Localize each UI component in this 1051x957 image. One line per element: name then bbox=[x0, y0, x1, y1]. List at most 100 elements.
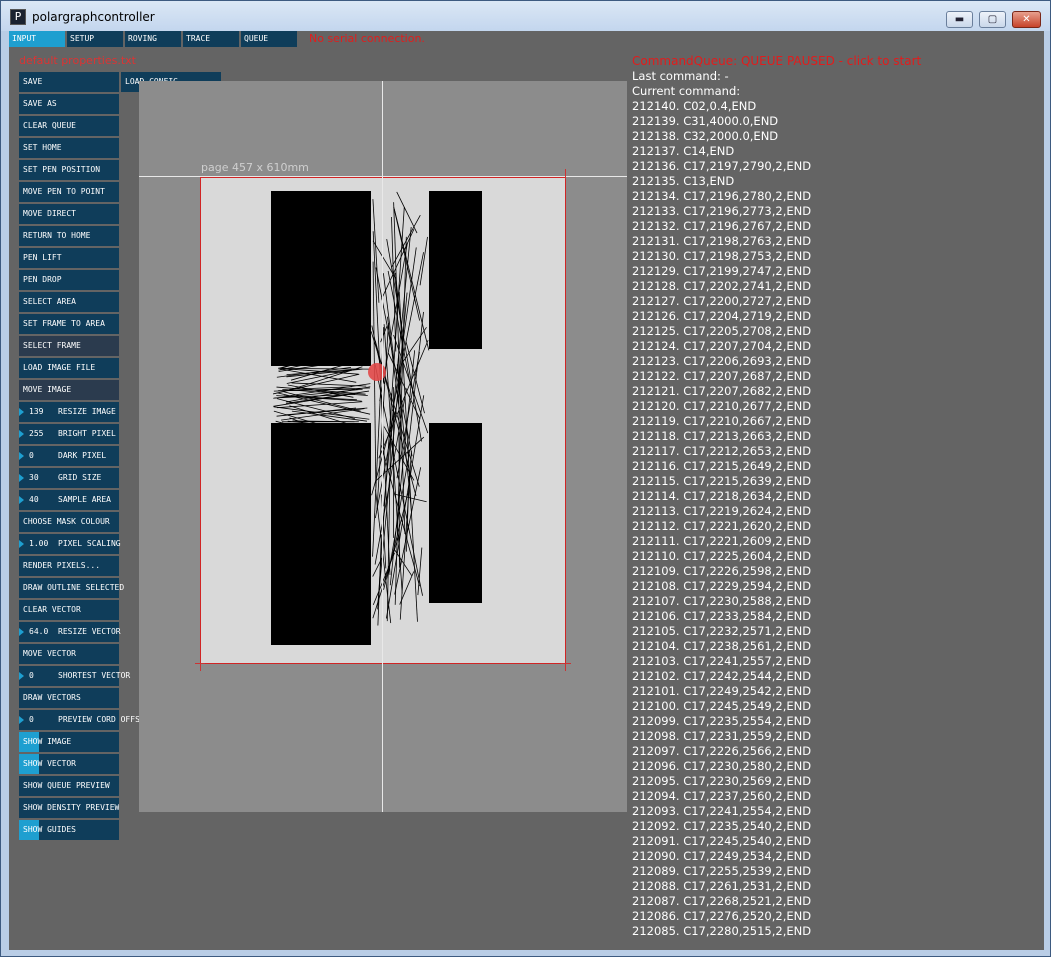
chevron-right-icon bbox=[19, 408, 24, 416]
chevron-right-icon bbox=[19, 672, 24, 680]
toggle-label: SHOW DENSITY PREVIEW bbox=[23, 803, 119, 812]
clear-queue-button[interactable]: CLEAR QUEUE bbox=[19, 116, 119, 136]
queue-item: 212092. C17,2235,2540,2,END bbox=[632, 819, 812, 833]
select-area-button[interactable]: SELECT AREA bbox=[19, 292, 119, 312]
toggle-show-queue-preview[interactable]: SHOW QUEUE PREVIEW bbox=[19, 776, 119, 796]
queue-item: 212090. C17,2249,2534,2,END bbox=[632, 849, 812, 863]
pen-lift-button[interactable]: PEN LIFT bbox=[19, 248, 119, 268]
move-vector-button[interactable]: MOVE VECTOR bbox=[19, 644, 119, 664]
title-bar[interactable]: P polargraphcontroller ▬ ▢ ✕ bbox=[1, 1, 1050, 31]
sample-area-button[interactable]: 40 SAMPLE AREA bbox=[19, 490, 119, 510]
select-frame-button[interactable]: SELECT FRAME bbox=[19, 336, 119, 356]
minimize-icon: ▬ bbox=[954, 14, 965, 25]
drawing-preview bbox=[271, 191, 482, 645]
guide-vertical bbox=[382, 81, 383, 812]
button-value: 1.00 bbox=[29, 539, 49, 548]
maximize-button[interactable]: ▢ bbox=[979, 11, 1006, 28]
queue-item: 212099. C17,2235,2554,2,END bbox=[632, 714, 812, 728]
queue-item: 212139. C31,4000.0,END bbox=[632, 114, 779, 128]
queue-item: 212106. C17,2233,2584,2,END bbox=[632, 609, 812, 623]
toggle-show-image[interactable]: SHOW IMAGE bbox=[19, 732, 119, 752]
queue-item: 212125. C17,2205,2708,2,END bbox=[632, 324, 812, 338]
save-as-button[interactable]: SAVE AS bbox=[19, 94, 119, 114]
move-pen-to-point-button[interactable]: MOVE PEN TO POINT bbox=[19, 182, 119, 202]
queue-item: 212103. C17,2241,2557,2,END bbox=[632, 654, 812, 668]
queue-item: 212095. C17,2230,2569,2,END bbox=[632, 774, 812, 788]
move-direct-button[interactable]: MOVE DIRECT bbox=[19, 204, 119, 224]
load-image-file-button[interactable]: LOAD IMAGE FILE bbox=[19, 358, 119, 378]
tab-roving[interactable]: ROVING bbox=[125, 31, 181, 47]
return-to-home-button[interactable]: RETURN TO HOME bbox=[19, 226, 119, 246]
minimize-button[interactable]: ▬ bbox=[946, 11, 973, 28]
toggle-show-density-preview[interactable]: SHOW DENSITY PREVIEW bbox=[19, 798, 119, 818]
close-button[interactable]: ✕ bbox=[1012, 11, 1041, 28]
chevron-right-icon bbox=[19, 452, 24, 460]
move-image-button[interactable]: MOVE IMAGE bbox=[19, 380, 119, 400]
vector-stroke bbox=[372, 534, 400, 619]
bright-pixel-button[interactable]: 255 BRIGHT PIXEL bbox=[19, 424, 119, 444]
button-value: 30 bbox=[29, 473, 39, 482]
queue-item: 212138. C32,2000.0,END bbox=[632, 129, 779, 143]
tab-setup[interactable]: SETUP bbox=[67, 31, 123, 47]
set-pen-position-button[interactable]: SET PEN POSITION bbox=[19, 160, 119, 180]
draw-vectors-button[interactable]: DRAW VECTORS bbox=[19, 688, 119, 708]
render-pixels-button[interactable]: RENDER PIXELS... bbox=[19, 556, 119, 576]
app-icon: P bbox=[10, 9, 26, 25]
queue-item: 212120. C17,2210,2677,2,END bbox=[632, 399, 812, 413]
queue-item: 212101. C17,2249,2542,2,END bbox=[632, 684, 812, 698]
machine-preview[interactable]: page 457 x 610mm bbox=[139, 81, 627, 812]
chevron-right-icon bbox=[19, 474, 24, 482]
queue-item: 212105. C17,2232,2571,2,END bbox=[632, 624, 812, 638]
queue-item: 212130. C17,2198,2753,2,END bbox=[632, 249, 812, 263]
button-value: 0 bbox=[29, 451, 34, 460]
queue-item: 212124. C17,2207,2704,2,END bbox=[632, 339, 812, 353]
shortest-vector-button[interactable]: 0 SHORTEST VECTOR bbox=[19, 666, 130, 686]
tab-queue[interactable]: QUEUE bbox=[241, 31, 297, 47]
toggle-show-guides[interactable]: SHOW GUIDES bbox=[19, 820, 119, 840]
queue-item: 212113. C17,2219,2624,2,END bbox=[632, 504, 812, 518]
queue-item: 212096. C17,2230,2580,2,END bbox=[632, 759, 812, 773]
button-value: 64.0 bbox=[29, 627, 49, 636]
save-button[interactable]: SAVE bbox=[19, 72, 119, 92]
queue-item: 212094. C17,2237,2560,2,END bbox=[632, 789, 812, 803]
set-home-button[interactable]: SET HOME bbox=[19, 138, 119, 158]
chevron-right-icon bbox=[19, 540, 24, 548]
vector-stroke bbox=[392, 252, 424, 412]
vector-stroke bbox=[419, 236, 428, 286]
tab-input[interactable]: INPUT bbox=[9, 31, 65, 47]
last-command: Last command: - bbox=[632, 69, 729, 83]
button-label: PIXEL SCALING bbox=[58, 539, 121, 548]
queue-item: 212088. C17,2261,2531,2,END bbox=[632, 879, 812, 893]
resize-vector-button[interactable]: 64.0 RESIZE VECTOR bbox=[19, 622, 121, 642]
vector-stroke bbox=[381, 228, 415, 300]
page-corner-mark bbox=[200, 663, 201, 671]
queue-item: 212137. C14,END bbox=[632, 144, 735, 158]
preview-cord-offset-button[interactable]: 0 PREVIEW CORD OFFSET bbox=[19, 710, 150, 730]
serial-status: No serial connection. bbox=[309, 32, 425, 45]
toggle-show-vector[interactable]: SHOW VECTOR bbox=[19, 754, 119, 774]
queue-item: 212100. C17,2245,2549,2,END bbox=[632, 699, 812, 713]
pen-drop-button[interactable]: PEN DROP bbox=[19, 270, 119, 290]
tab-trace[interactable]: TRACE bbox=[183, 31, 239, 47]
choose-mask-colour-button[interactable]: CHOOSE MASK COLOUR bbox=[19, 512, 119, 532]
dark-pixel-button[interactable]: 0 DARK PIXEL bbox=[19, 446, 119, 466]
draw-outline-selected-button[interactable]: DRAW OUTLINE SELECTED bbox=[19, 578, 124, 598]
queue-item: 212111. C17,2221,2609,2,END bbox=[632, 534, 812, 548]
page-corner-mark bbox=[561, 663, 571, 664]
chevron-right-icon bbox=[19, 716, 24, 724]
set-frame-to-area-button[interactable]: SET FRAME TO AREA bbox=[19, 314, 119, 334]
chevron-right-icon bbox=[19, 496, 24, 504]
queue-item: 212119. C17,2210,2667,2,END bbox=[632, 414, 812, 428]
toggle-label: SHOW QUEUE PREVIEW bbox=[23, 781, 110, 790]
queue-item: 212089. C17,2255,2539,2,END bbox=[632, 864, 812, 878]
image-block-bottom-right bbox=[429, 423, 482, 603]
pixel-scaling-button[interactable]: 1.00 PIXEL SCALING bbox=[19, 534, 121, 554]
clear-vector-button[interactable]: CLEAR VECTOR bbox=[19, 600, 119, 620]
queue-item: 212110. C17,2225,2604,2,END bbox=[632, 549, 812, 563]
resize-image-button[interactable]: 139 RESIZE IMAGE bbox=[19, 402, 119, 422]
queue-status[interactable]: CommandQueue: QUEUE PAUSED - click to st… bbox=[632, 54, 921, 68]
queue-item: 212107. C17,2230,2588,2,END bbox=[632, 594, 812, 608]
grid-size-button[interactable]: 30 GRID SIZE bbox=[19, 468, 119, 488]
image-block-top-right bbox=[429, 191, 482, 349]
button-value: 0 bbox=[29, 715, 34, 724]
